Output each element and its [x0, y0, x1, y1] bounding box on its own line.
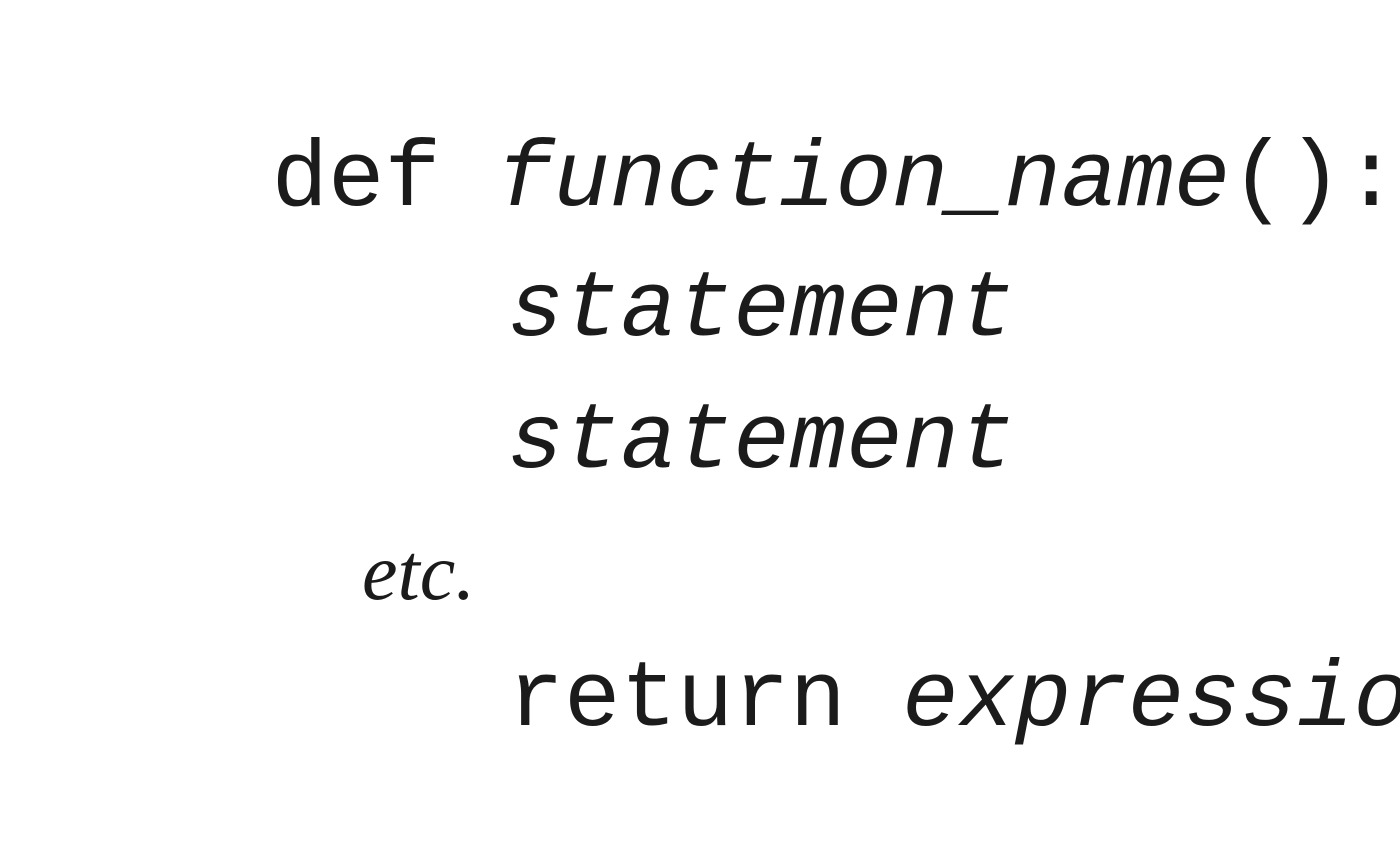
- etc-line: etc.: [0, 408, 1400, 617]
- function-definition-syntax: def function_name(): statement statement …: [0, 0, 1400, 754]
- return-line: return expression: [0, 536, 1400, 754]
- expression-placeholder: expression: [902, 648, 1400, 754]
- statement-line-2: statement: [0, 278, 1400, 496]
- return-keyword: return: [507, 648, 847, 754]
- def-line: def function_name():: [46, 16, 1400, 234]
- statement-line-1: statement: [0, 146, 1400, 364]
